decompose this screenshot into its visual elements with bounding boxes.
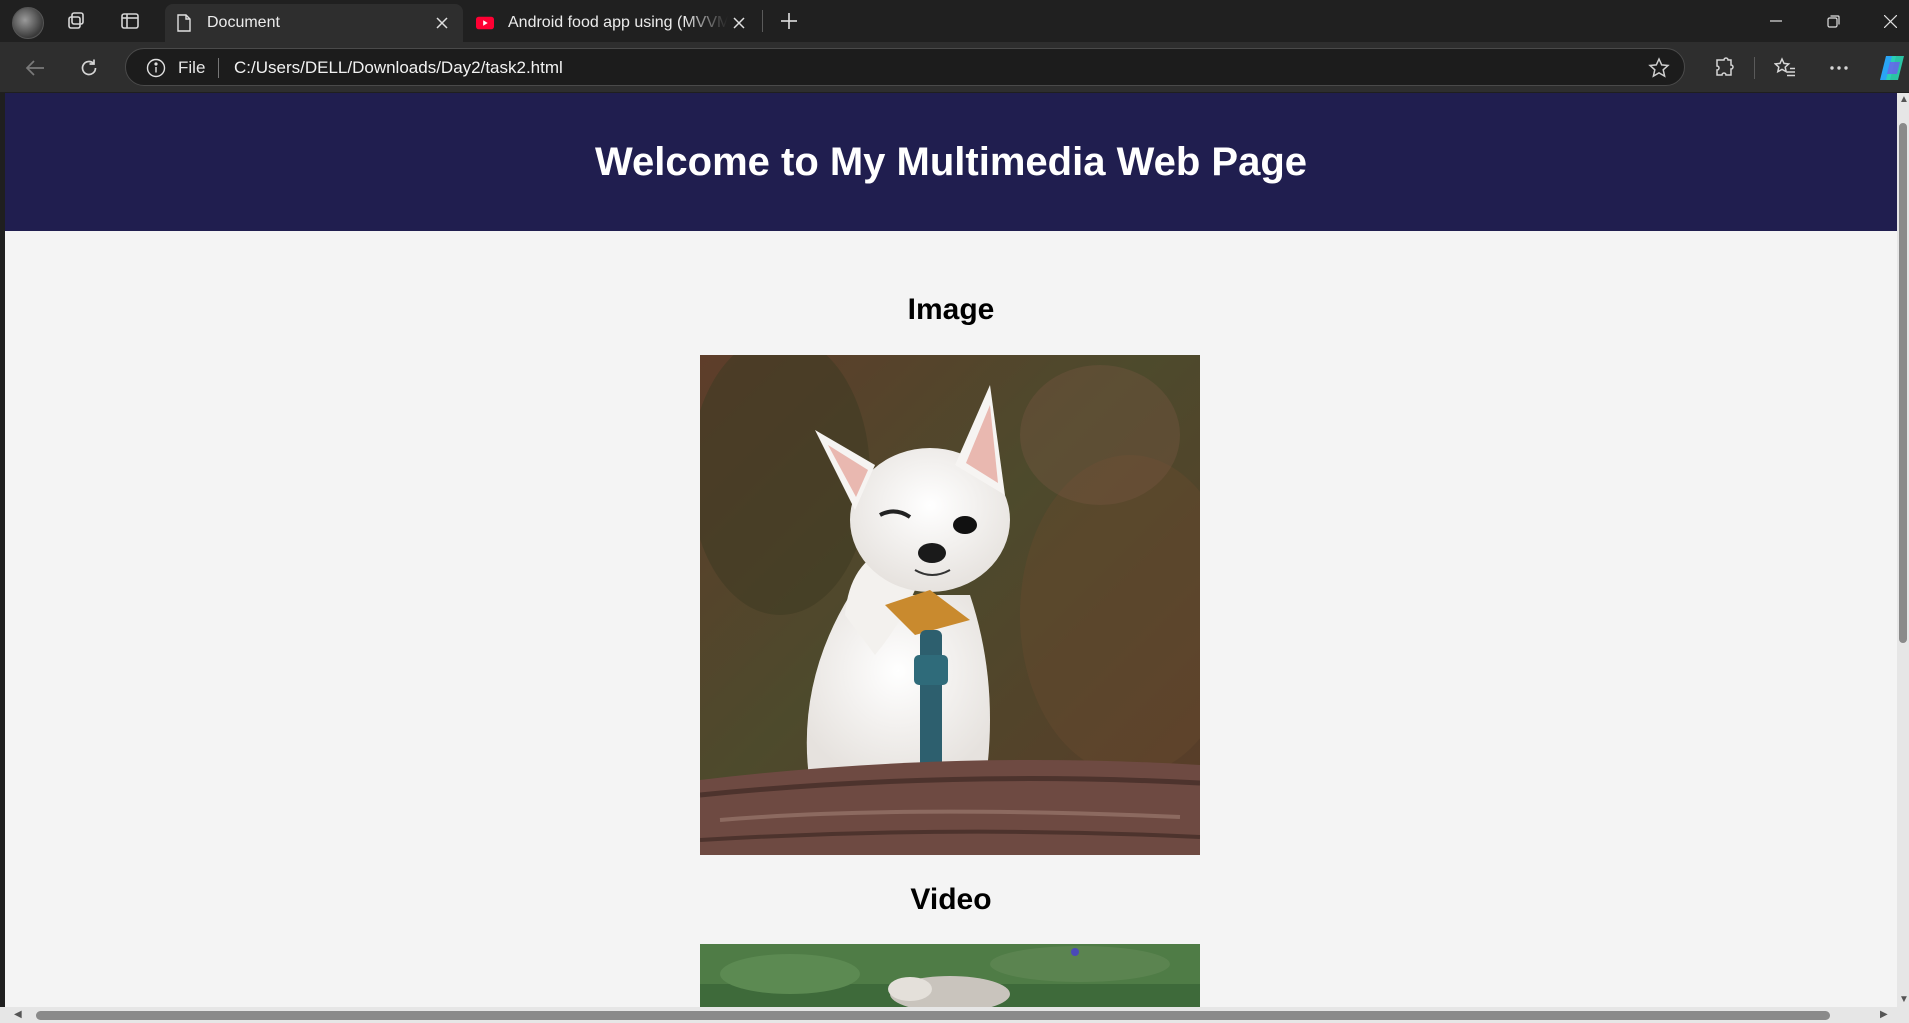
extensions-icon[interactable]: [1710, 54, 1738, 82]
horizontal-scrollbar[interactable]: ◀ ▶: [0, 1007, 1909, 1023]
vertical-scroll-thumb[interactable]: [1899, 123, 1907, 643]
toolbar-divider: [1754, 57, 1755, 79]
tab-document[interactable]: Document: [165, 4, 463, 42]
horizontal-scroll-thumb[interactable]: [36, 1011, 1830, 1020]
tab-strip: Document Android food app using (MVVM + …: [0, 0, 1909, 42]
scroll-up-icon[interactable]: ▲: [1899, 95, 1909, 105]
close-tab-icon[interactable]: [728, 12, 750, 34]
scroll-right-icon[interactable]: ▶: [1880, 1010, 1888, 1020]
refresh-icon[interactable]: [75, 54, 103, 82]
scheme-label: File: [178, 58, 206, 77]
address-divider: [218, 58, 219, 78]
browser-toolbar: File C:/Users/DELL/Downloads/Day2/task2.…: [0, 42, 1909, 92]
favorites-icon[interactable]: [1771, 54, 1799, 82]
close-window-button[interactable]: [1872, 6, 1908, 36]
image-section-title: Image: [907, 293, 995, 326]
profile-avatar[interactable]: [12, 7, 44, 39]
dog-image: [690, 335, 1240, 855]
vertical-scrollbar[interactable]: ▲ ▼: [1897, 93, 1909, 1007]
tab-divider: [762, 10, 763, 32]
tab-title: Android food app using (MVVM + Retrofit): [508, 14, 728, 31]
address-bar[interactable]: File C:/Users/DELL/Downloads/Day2/task2.…: [125, 48, 1685, 86]
copilot-icon[interactable]: [1878, 54, 1908, 82]
page-title: Welcome to My Multimedia Web Page: [595, 139, 1307, 184]
youtube-icon: [476, 14, 494, 32]
close-tab-icon[interactable]: [431, 12, 453, 34]
workspaces-icon[interactable]: [64, 8, 90, 34]
more-options-icon[interactable]: [1825, 54, 1853, 82]
tab-android-food-app[interactable]: Android food app using (MVVM + Retrofit): [466, 4, 760, 42]
video-player[interactable]: [700, 944, 1200, 1007]
page-viewport: Welcome to My Multimedia Web Page Image: [5, 93, 1897, 1007]
restore-button[interactable]: [1815, 6, 1851, 36]
back-arrow-icon[interactable]: [21, 54, 49, 82]
favorite-star-icon[interactable]: [1648, 57, 1670, 79]
document-icon: [175, 14, 193, 32]
info-icon[interactable]: [146, 58, 166, 78]
minimize-button[interactable]: [1758, 6, 1794, 36]
new-tab-button[interactable]: [776, 8, 802, 34]
vertical-tabs-icon[interactable]: [117, 8, 143, 34]
tab-title: Document: [207, 14, 280, 31]
video-section-title: Video: [910, 883, 992, 916]
scroll-down-icon[interactable]: ▼: [1899, 995, 1909, 1005]
page-header: Welcome to My Multimedia Web Page: [5, 93, 1897, 231]
scroll-left-icon[interactable]: ◀: [14, 1010, 22, 1020]
url-text[interactable]: C:/Users/DELL/Downloads/Day2/task2.html: [234, 58, 563, 78]
